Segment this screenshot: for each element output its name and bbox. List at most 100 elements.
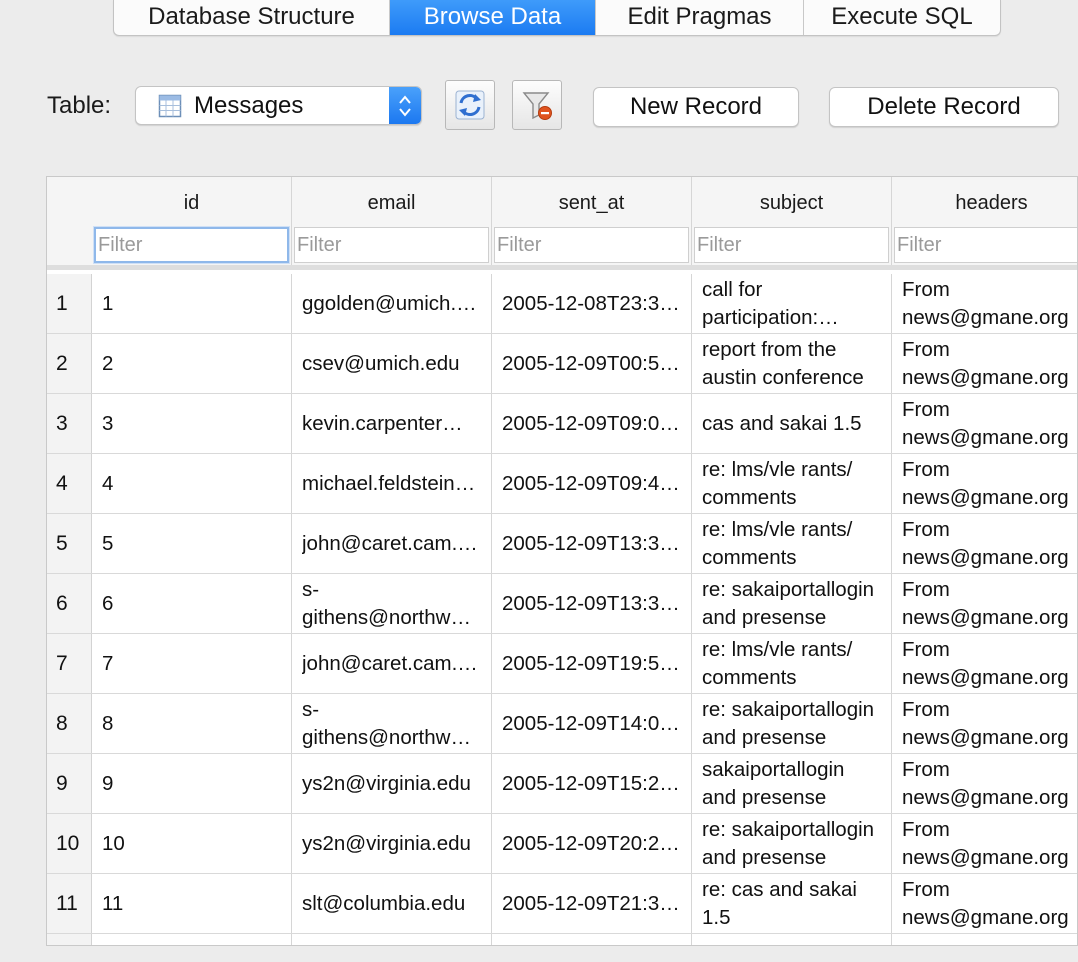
row-number[interactable]: 5 [47, 514, 92, 573]
cell-subject[interactable]: re: sakaiportallogin and presense [692, 574, 892, 633]
column-header-subject[interactable]: subject [692, 177, 892, 225]
cell-id[interactable]: 7 [92, 634, 292, 693]
cell-id[interactable]: 9 [92, 754, 292, 813]
cell-sent-at[interactable]: 2005-12-09T14:09:34-06:00 [492, 694, 692, 753]
cell-subject[interactable]: re: sakaiportallogin and presense [692, 694, 892, 753]
cell-email[interactable]: csev@umich.edu [292, 334, 492, 393]
cell-email[interactable]: john@caret.cam.ac.uk [292, 514, 492, 573]
cell-subject[interactable]: sakaiportallogin and presense [692, 754, 892, 813]
cell-email[interactable]: john@caret.cam.ac.uk [292, 634, 492, 693]
column-header-sent-at[interactable]: sent_at [492, 177, 692, 225]
cell-headers[interactable]: From news@gmane.org [892, 454, 1077, 513]
table-row[interactable]: 44 michael.feldstein@suny.edu 2005-12-09T0… [47, 454, 1077, 514]
cell-email[interactable]: slt@columbia.edu [292, 874, 492, 933]
cell-email[interactable]: s-githens@northwestern.edu [292, 574, 492, 633]
row-number[interactable]: 2 [47, 334, 92, 393]
cell-id[interactable]: 6 [92, 574, 292, 633]
cell-sent-at[interactable]: 2005-12-08T23:34:30-06:00 [492, 274, 692, 333]
row-number[interactable]: 11 [47, 874, 92, 933]
cell-email[interactable]: s-githens@northwestern.edu [292, 694, 492, 753]
filter-input-email[interactable] [294, 227, 489, 263]
tab-execute-sql[interactable]: Execute SQL [804, 0, 1000, 35]
select-stepper[interactable] [389, 87, 421, 124]
cell-headers[interactable]: From news@gmane.org [892, 814, 1077, 873]
new-record-button[interactable]: New Record [593, 87, 799, 127]
row-number[interactable]: 1 [47, 274, 92, 333]
table-row[interactable]: 77 john@caret.cam.ac.uk 2005-12-09T19:50:5… [47, 634, 1077, 694]
cell-sent-at[interactable]: 2005-12-09T20:24:05-05:00 [492, 814, 692, 873]
cell-email[interactable]: ys2n@virginia.edu [292, 814, 492, 873]
row-number[interactable]: 9 [47, 754, 92, 813]
cell-subject[interactable]: cas and sakai 1.5 [692, 394, 892, 453]
cell-email[interactable]: kevin.carpenter@rsmart.com [292, 394, 492, 453]
tab-edit-pragmas[interactable]: Edit Pragmas [596, 0, 804, 35]
column-header-headers[interactable]: headers [892, 177, 1077, 225]
cell-id[interactable]: 4 [92, 454, 292, 513]
cell-headers[interactable]: From news@gmane.org [892, 694, 1077, 753]
column-header-id[interactable]: id [92, 177, 292, 225]
cell-headers[interactable]: From news@gmane.org [892, 334, 1077, 393]
cell-id[interactable]: 10 [92, 814, 292, 873]
cell-id[interactable]: 3 [92, 394, 292, 453]
table-select[interactable]: Messages [135, 86, 422, 125]
table-row[interactable]: 11 ggolden@umich.edu 2005-12-08T23:34:30-0… [47, 274, 1077, 334]
refresh-button[interactable] [445, 80, 495, 130]
table-row[interactable]: 55 john@caret.cam.ac.uk 2005-12-09T13:32:2… [47, 514, 1077, 574]
cell-subject[interactable]: report from the austin conference [692, 334, 892, 393]
cell-headers[interactable]: From news@gmane.org [892, 754, 1077, 813]
column-header-email[interactable]: email [292, 177, 492, 225]
cell-id[interactable]: 12 [92, 934, 292, 945]
cell-sent-at[interactable]: 2005-12-09T09:43:12-05:00 [492, 454, 692, 513]
filter-input-subject[interactable] [694, 227, 889, 263]
cell-email[interactable]: michael.feldstein@suny.edu [292, 454, 492, 513]
table-row[interactable]: 1212 memory errorFrom [47, 934, 1077, 945]
cell-sent-at[interactable]: 2005-12-09T19:50:54+00:00 [492, 634, 692, 693]
table-row[interactable]: 33 kevin.carpenter@rsmart.com 2005-12-09T0… [47, 394, 1077, 454]
cell-headers[interactable]: From news@gmane.org [892, 574, 1077, 633]
cell-headers[interactable]: From [892, 934, 1077, 945]
cell-headers[interactable]: From news@gmane.org [892, 874, 1077, 933]
cell-subject[interactable]: call for participation: developers docum… [692, 274, 892, 333]
cell-sent-at[interactable]: 2005-12-09T13:32:29-06:00 [492, 574, 692, 633]
row-number[interactable]: 6 [47, 574, 92, 633]
cell-headers[interactable]: From news@gmane.org [892, 394, 1077, 453]
cell-sent-at[interactable]: 2005-12-09T21:38:04-05:00 [492, 874, 692, 933]
clear-filters-button[interactable] [512, 80, 562, 130]
row-number[interactable]: 12 [47, 934, 92, 945]
filter-input-id[interactable] [94, 227, 289, 263]
table-row[interactable]: 11 11 slt@columbia.edu 2005-12-09T21:38:04-… [47, 874, 1077, 934]
cell-email[interactable] [292, 934, 492, 945]
table-row[interactable]: 22 csev@umich.edu 2005-12-09T00:58:01-05:0… [47, 334, 1077, 394]
table-row[interactable]: 88 s-githens@northwestern.edu 2005-12-09T1… [47, 694, 1077, 754]
table-row[interactable]: 66 s-githens@northwestern.edu 2005-12-09T1… [47, 574, 1077, 634]
row-number[interactable]: 10 [47, 814, 92, 873]
row-number[interactable]: 8 [47, 694, 92, 753]
tab-database-structure[interactable]: Database Structure [114, 0, 390, 35]
tab-browse-data[interactable]: Browse Data [390, 0, 596, 35]
cell-sent-at[interactable]: 2005-12-09T09:01:49-07:00 [492, 394, 692, 453]
delete-record-button[interactable]: Delete Record [829, 87, 1059, 127]
row-number[interactable]: 3 [47, 394, 92, 453]
cell-id[interactable]: 1 [92, 274, 292, 333]
cell-headers[interactable]: From news@gmane.org [892, 274, 1077, 333]
row-number[interactable]: 4 [47, 454, 92, 513]
cell-id[interactable]: 8 [92, 694, 292, 753]
cell-sent-at[interactable]: 2005-12-09T15:24:05-05:00 [492, 754, 692, 813]
filter-input-sent-at[interactable] [494, 227, 689, 263]
cell-subject[interactable]: memory error [692, 934, 892, 945]
cell-id[interactable]: 2 [92, 334, 292, 393]
table-row[interactable]: 10 10 ys2n@virginia.edu 2005-12-09T20:24:05… [47, 814, 1077, 874]
cell-sent-at[interactable] [492, 934, 692, 945]
cell-headers[interactable]: From news@gmane.org [892, 514, 1077, 573]
cell-subject[interactable]: re: lms/vle rants/ comments [692, 514, 892, 573]
table-row[interactable]: 99 ys2n@virginia.edu 2005-12-09T15:24:05-0… [47, 754, 1077, 814]
row-number[interactable]: 7 [47, 634, 92, 693]
cell-headers[interactable]: From news@gmane.org [892, 634, 1077, 693]
cell-id[interactable]: 5 [92, 514, 292, 573]
cell-email[interactable]: ys2n@virginia.edu [292, 754, 492, 813]
cell-id[interactable]: 11 [92, 874, 292, 933]
cell-subject[interactable]: re: lms/vle rants/ comments [692, 454, 892, 513]
cell-subject[interactable]: re: sakaiportallogin and presense [692, 814, 892, 873]
cell-subject[interactable]: re: lms/vle rants/ comments [692, 634, 892, 693]
cell-sent-at[interactable]: 2005-12-09T13:32:29+00:00 [492, 514, 692, 573]
